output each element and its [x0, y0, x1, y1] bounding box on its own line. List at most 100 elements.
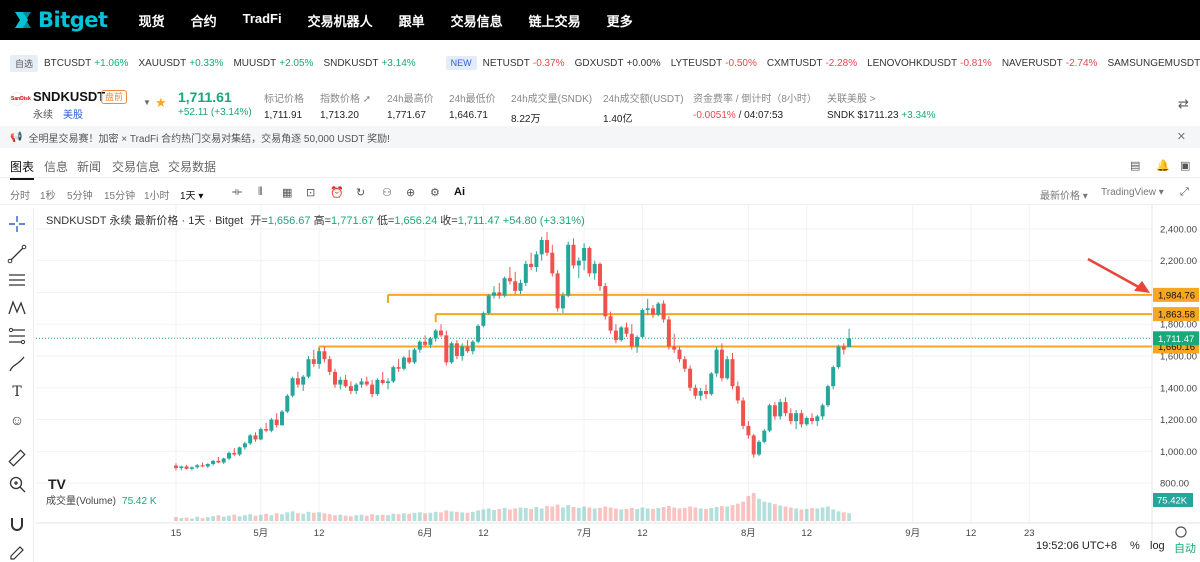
fullscreen-icon[interactable]: ▣ [1180, 159, 1190, 172]
view-mode-select[interactable]: TradingView ▾ [1101, 187, 1164, 198]
volume-bar [778, 505, 783, 521]
alert-bell-icon[interactable]: 🔔 [1156, 159, 1170, 172]
alarm-icon[interactable]: ⏰ [330, 186, 344, 199]
gear-icon[interactable]: ⚙ [430, 186, 440, 199]
ticker-item[interactable]: NAVERUSDT -2.74% [1002, 58, 1098, 69]
ticker-item[interactable]: MUUSDT +2.05% [233, 58, 313, 69]
volume-bar [338, 514, 343, 521]
volume-bar [635, 508, 639, 521]
tab-4[interactable]: 交易数据 [168, 158, 216, 175]
ticker-item[interactable]: SNDKUSDT +3.14% [323, 58, 415, 69]
volume-bar [455, 511, 459, 521]
ticker-tag-fav[interactable]: 自选 [10, 54, 39, 72]
tab-2[interactable]: 新闻 [77, 158, 101, 175]
percent-scale-button[interactable]: % [1130, 540, 1140, 552]
candlestick-chart[interactable]: 800.00 1,000.00 1,200.00 1,400.00 1,600.00 1,… [36, 205, 1200, 541]
pattern-icon[interactable] [7, 298, 27, 318]
chart-canvas[interactable]: 800.001,000.001,200.001,400.001,600.001,… [36, 205, 1200, 541]
ticker-item[interactable]: BTCUSDT +1.06% [44, 58, 128, 69]
symbol-dropdown-icon[interactable]: ▼ [143, 98, 151, 107]
candle-body [698, 390, 703, 396]
timeframe-5[interactable]: 1天 ▾ [180, 187, 203, 202]
ticker-item[interactable]: LYTEUSDT -0.50% [671, 58, 757, 69]
timeframe-1[interactable]: 1秒 [40, 187, 56, 202]
layout-settings-icon[interactable]: ⇄ [1178, 96, 1189, 112]
candle-body [725, 359, 730, 379]
volume-bar [598, 507, 602, 521]
ticker-item[interactable]: GDXUSDT +0.00% [575, 58, 661, 69]
candle-body [666, 319, 671, 347]
price-mode-select[interactable]: 最新价格 ▾ [1040, 187, 1088, 202]
favorite-star-icon[interactable]: ★ [155, 95, 167, 111]
nav-item-6[interactable]: 链上交易 [529, 11, 581, 30]
log-scale-button[interactable]: log [1150, 540, 1165, 552]
timeframe-3[interactable]: 15分钟 [104, 187, 135, 202]
y-tick-label: 1,000.00 [1160, 447, 1197, 458]
ticker-item[interactable]: XAUUSDT +0.33% [138, 58, 223, 69]
nav-item-0[interactable]: 现货 [139, 11, 165, 30]
instrument-symbol[interactable]: SNDKUSDT [33, 89, 105, 104]
stat-value: 1.40亿 [603, 114, 633, 125]
ruler-icon[interactable] [7, 448, 27, 468]
candle-body [815, 416, 820, 422]
nav-item-1[interactable]: 合约 [191, 11, 217, 30]
nav-item-7[interactable]: 更多 [607, 11, 633, 30]
nav-item-5[interactable]: 交易信息 [451, 11, 503, 30]
brush-icon[interactable] [7, 354, 27, 374]
nav-item-4[interactable]: 跟单 [399, 11, 425, 30]
replay-icon[interactable]: ↻ [356, 186, 365, 199]
trend-line-icon[interactable] [7, 244, 27, 264]
ticker-tag-new[interactable]: NEW [445, 56, 477, 70]
open-value: 1,656.67 [267, 215, 311, 227]
tab-0[interactable]: 图表 [10, 158, 35, 180]
ticker-item[interactable]: CXMTUSDT -2.28% [767, 58, 857, 69]
candle-type-icon[interactable]: ⫴ [258, 186, 263, 199]
tab-3[interactable]: 交易信息 [112, 158, 160, 175]
add-icon[interactable]: ⊕ [406, 186, 415, 199]
y-tick-label: 800.00 [1160, 479, 1189, 490]
stat-1[interactable]: 指数价格 ➚ 1,713.20 [320, 90, 371, 121]
stat-7[interactable]: 关联美股 > SNDK $1711.23 +3.34% [827, 90, 936, 121]
bar-style-icon[interactable]: ⟛ [232, 186, 242, 199]
last-price: 1,711.61 [178, 89, 232, 105]
camera-icon[interactable]: ⊡ [306, 186, 315, 199]
notes-icon[interactable]: ▤ [1130, 159, 1140, 172]
candle-body [460, 346, 465, 356]
candle-body [624, 327, 629, 334]
volume-bar [545, 506, 549, 521]
indicators-icon[interactable]: ▦ [282, 186, 292, 199]
tab-1[interactable]: 信息 [44, 158, 68, 175]
volume-bar [354, 515, 359, 521]
candle-body [804, 417, 809, 425]
clock[interactable]: 19:52:06 UTC+8 [1036, 540, 1117, 552]
volume-bar [773, 504, 777, 521]
crosshair-icon[interactable] [7, 214, 27, 234]
brand-logo[interactable]: Bitget [12, 8, 108, 32]
timeframe-0[interactable]: 分时 [10, 187, 30, 202]
ticker-item[interactable]: SAMSUNGEMUSDT+6.23% [1107, 58, 1200, 69]
auto-scale-button[interactable]: 自动 [1174, 540, 1196, 556]
timeframe-2[interactable]: 5分钟 [67, 187, 93, 202]
candle-body [486, 295, 491, 314]
horizontal-lines-icon[interactable] [7, 270, 27, 290]
emoji-icon[interactable]: ☺ [7, 410, 27, 430]
volume-bar [534, 507, 539, 521]
announcement-bar[interactable]: 📢 全明星交易赛！加密 × TradFi 合约热门交易对集结，交易角逐 50,0… [0, 126, 1200, 148]
ai-button[interactable]: Ai [454, 186, 465, 198]
magnet-icon[interactable] [7, 514, 27, 534]
expand-icon[interactable]: ⤢ [1180, 186, 1189, 199]
compare-icon[interactable]: ⚇ [382, 186, 392, 199]
nav-item-3[interactable]: 交易机器人 [308, 11, 373, 30]
zoom-icon[interactable] [7, 474, 27, 494]
candle-body [364, 381, 369, 385]
ticker-item[interactable]: NETUSDT -0.37% [483, 58, 565, 69]
close-icon[interactable]: ✕ [1177, 130, 1186, 143]
fib-icon[interactable] [7, 326, 27, 346]
timeframe-4[interactable]: 1小时 [144, 187, 170, 202]
candle-body [619, 327, 624, 341]
candle-body [248, 435, 253, 444]
candle-body [719, 349, 724, 379]
nav-item-2[interactable]: TradFi [243, 11, 282, 30]
text-tool-icon[interactable]: T [7, 382, 27, 402]
ticker-item[interactable]: LENOVOHKDUSDT -0.81% [867, 58, 992, 69]
